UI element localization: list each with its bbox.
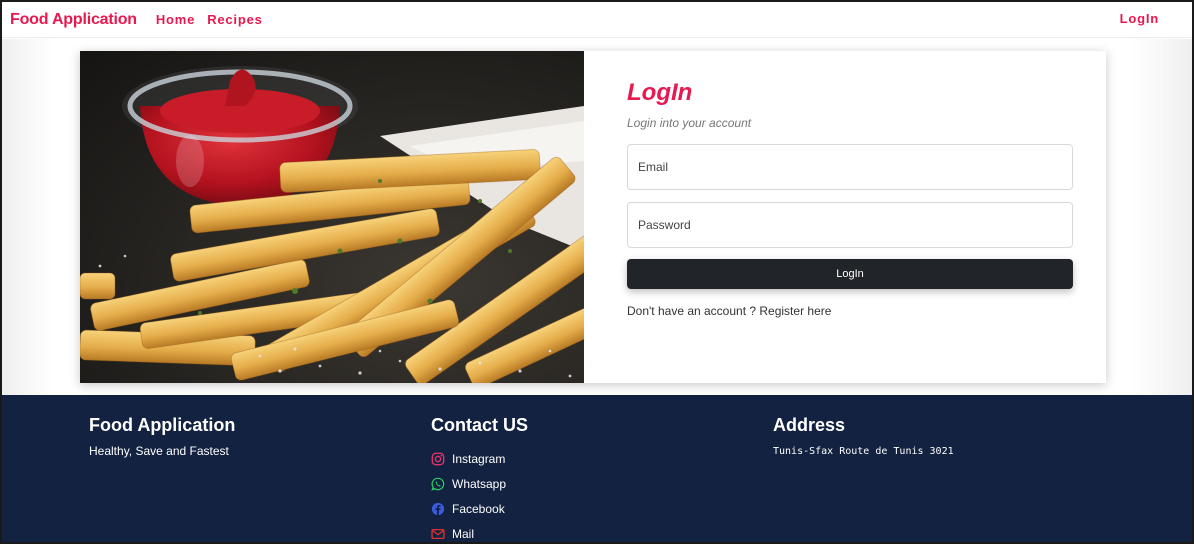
footer: Food Application Healthy, Save and Faste… [2, 395, 1192, 542]
navbar: Food Application Home Recipes LogIn [2, 2, 1192, 38]
app-frame: Food Application Home Recipes LogIn LogI… [0, 0, 1194, 544]
footer-tagline: Healthy, Save and Fastest [89, 444, 229, 458]
contact-label-mail: Mail [452, 526, 475, 541]
footer-contact-title: Contact US [431, 415, 529, 435]
footer-address-text: Tunis-Sfax Route de Tunis 3021 [773, 446, 954, 457]
nav-link-home[interactable]: Home [156, 12, 195, 27]
contact-label-facebook: Facebook [452, 501, 505, 516]
instagram-icon [431, 452, 445, 465]
mail-icon [431, 528, 445, 539]
contact-label-instagram: Instagram [452, 451, 506, 466]
login-button[interactable]: LogIn [627, 259, 1073, 289]
footer-address-column: Address Tunis-Sfax Route de Tunis 3021 [773, 415, 954, 457]
register-link[interactable]: Don't have an account ? Register here [627, 304, 831, 318]
contact-item-whatsapp[interactable]: Whatsapp [431, 471, 528, 496]
password-input[interactable] [627, 202, 1073, 248]
contact-item-instagram[interactable]: Instagram [431, 446, 528, 471]
main-content: LogIn Login into your account LogIn Don'… [2, 39, 1192, 395]
contact-item-facebook[interactable]: Facebook [431, 496, 528, 521]
facebook-icon [431, 502, 445, 515]
login-title: LogIn [627, 79, 693, 106]
footer-brand-title: Food Application [89, 415, 236, 435]
login-form: LogIn Login into your account LogIn Don'… [584, 51, 1106, 383]
contact-list: Instagram Whatsapp Facebook Mail [431, 446, 528, 542]
brand-link[interactable]: Food Application [10, 11, 137, 29]
login-card: LogIn Login into your account LogIn Don'… [80, 51, 1106, 383]
whatsapp-icon [431, 477, 445, 491]
contact-item-mail[interactable]: Mail [431, 521, 528, 542]
footer-brand-column: Food Application Healthy, Save and Faste… [89, 415, 235, 458]
email-input[interactable] [627, 144, 1073, 190]
nav-login-link[interactable]: LogIn [1120, 11, 1159, 26]
fries-image [80, 51, 584, 383]
footer-contact-column: Contact US Instagram Whatsapp Facebook M… [431, 415, 529, 542]
footer-address-title: Address [773, 415, 846, 435]
login-subtitle: Login into your account [627, 116, 752, 130]
nav-link-recipes[interactable]: Recipes [207, 12, 262, 27]
contact-label-whatsapp: Whatsapp [452, 476, 507, 491]
